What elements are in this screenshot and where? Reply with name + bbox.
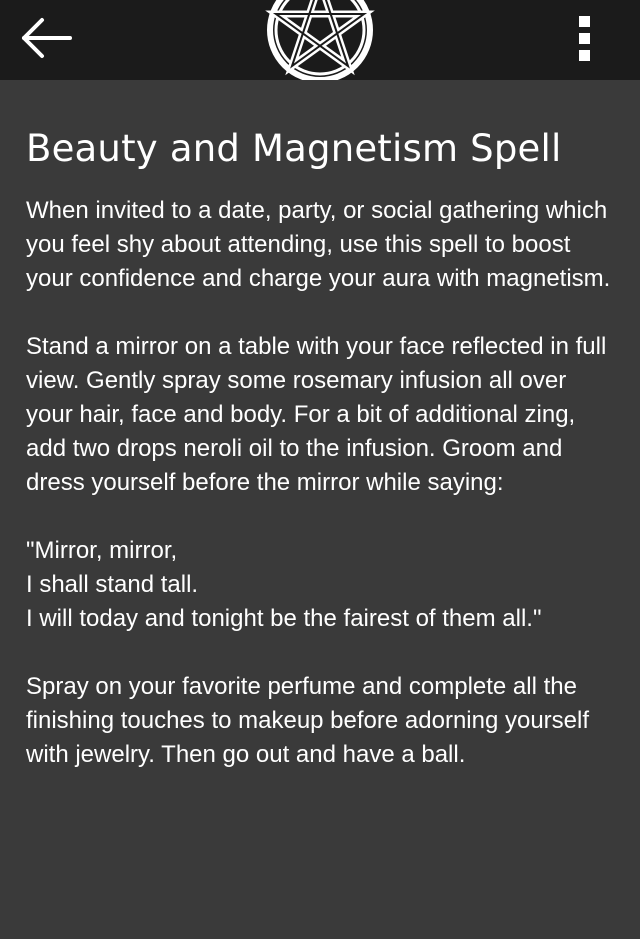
spell-incantation: "Mirror, mirror, I shall stand tall. I w… xyxy=(26,537,542,632)
more-vertical-icon xyxy=(579,16,590,61)
overflow-menu-button[interactable] xyxy=(565,12,605,64)
page-title: Beauty and Magnetism Spell xyxy=(26,127,562,170)
pentagram-icon xyxy=(265,0,375,80)
spell-paragraph-closing: Spray on your favorite perfume and compl… xyxy=(26,673,590,768)
back-button[interactable] xyxy=(18,14,76,62)
spell-content: Beauty and Magnetism Spell When invited … xyxy=(26,122,616,806)
pentagram-logo xyxy=(258,0,382,80)
top-app-bar xyxy=(0,0,640,80)
spell-paragraph-instructions: Stand a mirror on a table with your face… xyxy=(26,333,607,496)
arrow-left-icon xyxy=(22,18,72,58)
spell-paragraph-intro: When invited to a date, party, or social… xyxy=(26,197,611,292)
